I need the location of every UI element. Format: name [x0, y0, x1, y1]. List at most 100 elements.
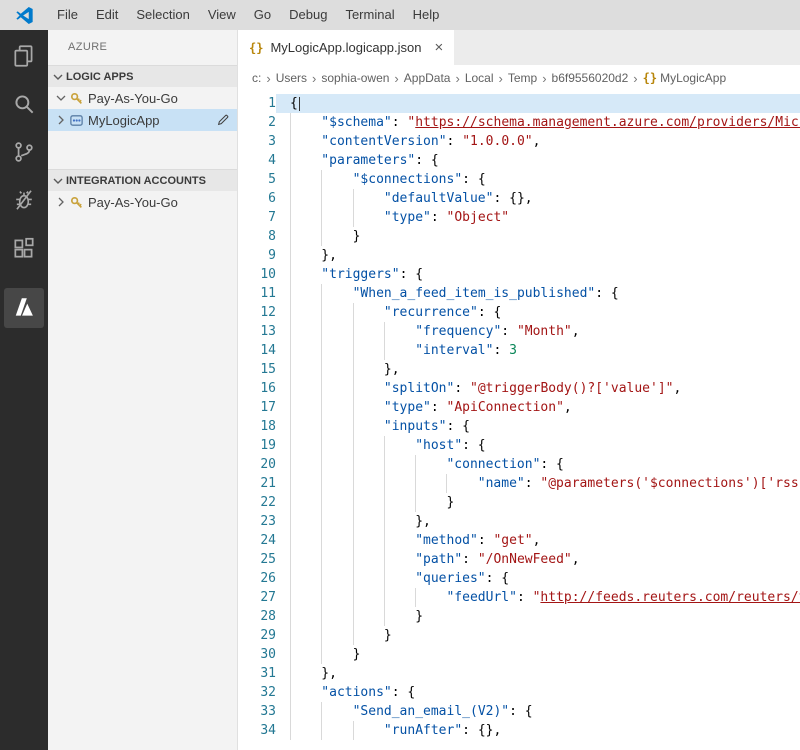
code-line-9[interactable]: 9},	[238, 246, 800, 265]
indent-guide	[321, 512, 352, 531]
code-line-5[interactable]: 5"$connections": {	[238, 170, 800, 189]
code-line-3[interactable]: 3"contentVersion": "1.0.0.0",	[238, 132, 800, 151]
tree-item-pay-as-you-go-2[interactable]: Pay-As-You-Go	[48, 191, 237, 213]
menu-bar: FileEditSelectionViewGoDebugTerminalHelp	[0, 0, 800, 30]
tree-item-label: MyLogicApp	[88, 113, 160, 128]
tree-item-mylogicapp[interactable]: MyLogicApp	[48, 109, 237, 131]
breadcrumb-item[interactable]: Local	[465, 71, 494, 85]
section-logic-apps[interactable]: LOGIC APPS	[48, 65, 237, 87]
code-line-11[interactable]: 11"When_a_feed_item_is_published": {	[238, 284, 800, 303]
code-line-1[interactable]: 1{	[238, 94, 800, 113]
code-line-25[interactable]: 25"path": "/OnNewFeed",	[238, 550, 800, 569]
close-icon[interactable]: ×	[435, 39, 444, 56]
chevron-down-icon[interactable]	[53, 90, 69, 106]
breadcrumb-item[interactable]: {}MyLogicApp	[643, 71, 727, 85]
code-line-22[interactable]: 22}	[238, 493, 800, 512]
tab-mylogicapp-json[interactable]: {} MyLogicApp.logicapp.json ×	[238, 30, 454, 65]
line-number: 3	[238, 132, 276, 151]
code-area[interactable]: 1{2"$schema": "https://schema.management…	[238, 91, 800, 740]
line-number: 17	[238, 398, 276, 417]
code-line-24[interactable]: 24"method": "get",	[238, 531, 800, 550]
menu-file[interactable]: File	[48, 0, 87, 30]
code-line-12[interactable]: 12"recurrence": {	[238, 303, 800, 322]
indent-guide	[321, 379, 352, 398]
breadcrumb-item[interactable]: c:	[252, 71, 261, 85]
line-content: "path": "/OnNewFeed",	[276, 550, 800, 569]
code-line-26[interactable]: 26"queries": {	[238, 569, 800, 588]
indent-guide	[321, 436, 352, 455]
code-line-16[interactable]: 16"splitOn": "@triggerBody()?['value']",	[238, 379, 800, 398]
line-content: "recurrence": {	[276, 303, 800, 322]
chevron-right-icon[interactable]	[53, 112, 69, 128]
section-integration-accounts[interactable]: INTEGRATION ACCOUNTS	[48, 169, 237, 191]
indent-guide	[321, 645, 352, 664]
tree-item-pay-as-you-go[interactable]: Pay-As-You-Go	[48, 87, 237, 109]
line-number: 20	[238, 455, 276, 474]
code-line-19[interactable]: 19"host": {	[238, 436, 800, 455]
code-line-6[interactable]: 6"defaultValue": {},	[238, 189, 800, 208]
code-line-18[interactable]: 18"inputs": {	[238, 417, 800, 436]
code-line-33[interactable]: 33"Send_an_email_(V2)": {	[238, 702, 800, 721]
indent-guide	[290, 303, 321, 322]
code-line-30[interactable]: 30}	[238, 645, 800, 664]
line-number: 25	[238, 550, 276, 569]
azure-sidebar: AZURE LOGIC APPS Pay-As-You-Go MyLo	[48, 30, 238, 750]
menu-view[interactable]: View	[199, 0, 245, 30]
chevron-right-icon[interactable]	[53, 194, 69, 210]
code-line-28[interactable]: 28}	[238, 607, 800, 626]
menu-terminal[interactable]: Terminal	[336, 0, 403, 30]
indent-guide	[290, 398, 321, 417]
code-line-7[interactable]: 7"type": "Object"	[238, 208, 800, 227]
line-content: }	[276, 607, 800, 626]
line-content: "Send_an_email_(V2)": {	[276, 702, 800, 721]
code-line-23[interactable]: 23},	[238, 512, 800, 531]
menu-selection[interactable]: Selection	[127, 0, 198, 30]
menu-items: FileEditSelectionViewGoDebugTerminalHelp	[48, 0, 448, 30]
code-line-29[interactable]: 29}	[238, 626, 800, 645]
source-control-icon[interactable]	[0, 128, 48, 176]
breadcrumb-item[interactable]: b6f9556020d2	[552, 71, 629, 85]
breadcrumb-item[interactable]: Users	[276, 71, 307, 85]
line-number: 31	[238, 664, 276, 683]
code-line-27[interactable]: 27"feedUrl": "http://feeds.reuters.com/r…	[238, 588, 800, 607]
code-line-15[interactable]: 15},	[238, 360, 800, 379]
indent-guide	[290, 208, 321, 227]
menu-help[interactable]: Help	[404, 0, 449, 30]
code-line-4[interactable]: 4"parameters": {	[238, 151, 800, 170]
code-line-8[interactable]: 8}	[238, 227, 800, 246]
indent-guide	[384, 588, 415, 607]
breadcrumb-item[interactable]: AppData	[404, 71, 451, 85]
indent-guide	[290, 341, 321, 360]
code-line-21[interactable]: 21"name": "@parameters('$connections')['…	[238, 474, 800, 493]
code-line-14[interactable]: 14"interval": 3	[238, 341, 800, 360]
indent-guide	[384, 512, 415, 531]
code-line-2[interactable]: 2"$schema": "https://schema.management.a…	[238, 113, 800, 132]
debug-icon[interactable]	[0, 176, 48, 224]
text-cursor	[299, 97, 300, 111]
indent-guide	[321, 550, 352, 569]
indent-guide	[321, 284, 352, 303]
code-line-20[interactable]: 20"connection": {	[238, 455, 800, 474]
code-line-34[interactable]: 34"runAfter": {},	[238, 721, 800, 740]
code-line-32[interactable]: 32"actions": {	[238, 683, 800, 702]
code-line-10[interactable]: 10"triggers": {	[238, 265, 800, 284]
explorer-icon[interactable]	[0, 32, 48, 80]
code-line-13[interactable]: 13"frequency": "Month",	[238, 322, 800, 341]
pane-gap	[48, 131, 237, 169]
menu-edit[interactable]: Edit	[87, 0, 127, 30]
azure-icon[interactable]	[0, 284, 48, 332]
indent-guide	[290, 436, 321, 455]
code-line-31[interactable]: 31},	[238, 664, 800, 683]
code-line-17[interactable]: 17"type": "ApiConnection",	[238, 398, 800, 417]
search-icon[interactable]	[0, 80, 48, 128]
breadcrumb-item[interactable]: sophia-owen	[321, 71, 389, 85]
indent-guide	[290, 265, 321, 284]
line-number: 4	[238, 151, 276, 170]
menu-debug[interactable]: Debug	[280, 0, 336, 30]
edit-pencil-icon[interactable]	[216, 113, 230, 127]
azure-active-indicator	[4, 288, 44, 328]
menu-go[interactable]: Go	[245, 0, 280, 30]
breadcrumb-separator: ›	[394, 71, 398, 86]
extensions-icon[interactable]	[0, 224, 48, 272]
breadcrumb-item[interactable]: Temp	[508, 71, 537, 85]
